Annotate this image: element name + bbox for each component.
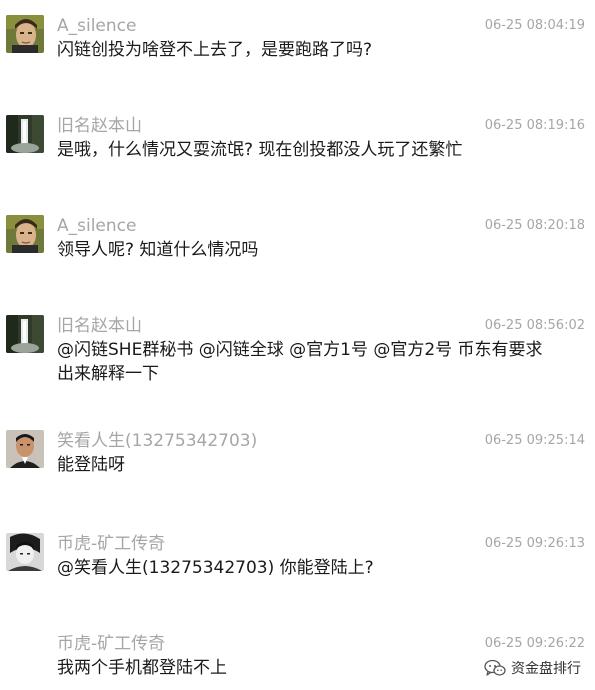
avatar[interactable] xyxy=(6,430,44,468)
wechat-icon xyxy=(484,659,506,676)
chat-message-list: A_silence 06-25 08:04:19 闪链创投为啥登不上去了，是要跑… xyxy=(0,0,595,690)
message-text: @笑看人生(13275342703) 你能登陆上? xyxy=(57,558,374,578)
message-timestamp: 06-25 09:26:22 xyxy=(484,636,585,651)
avatar[interactable] xyxy=(6,115,44,153)
message-text: 领导人呢? 知道什么情况吗 xyxy=(57,240,259,260)
watermark-label: 资金盘排行 xyxy=(511,661,581,677)
waterfall-avatar-icon xyxy=(6,115,44,153)
message-text: 是哦，什么情况又耍流氓? 现在创投都没人玩了还繁忙 xyxy=(57,140,463,160)
message-timestamp: 06-25 08:56:02 xyxy=(484,318,585,333)
sender-name: A_silence xyxy=(57,16,137,36)
message-timestamp: 06-25 09:25:14 xyxy=(484,433,585,448)
sender-name: 笑看人生(13275342703) xyxy=(57,431,258,451)
message-text: @闪链SHE群秘书 @闪链全球 @官方1号 @官方2号 币东有要求出来解释一下 xyxy=(57,340,543,384)
message-timestamp: 06-25 08:20:18 xyxy=(484,218,585,233)
message-timestamp: 06-25 08:19:16 xyxy=(484,118,585,133)
avatar[interactable] xyxy=(6,215,44,253)
avatar[interactable] xyxy=(6,15,44,53)
message-timestamp: 06-25 08:04:19 xyxy=(484,18,585,33)
bw-portrait-avatar-icon xyxy=(6,533,44,571)
face-avatar-icon xyxy=(6,215,44,253)
avatar[interactable] xyxy=(6,315,44,353)
sender-name: 币虎-矿工传奇 xyxy=(57,534,166,554)
message-timestamp: 06-25 09:26:13 xyxy=(484,536,585,551)
watermark: 资金盘排行 xyxy=(480,656,585,680)
waterfall-avatar-icon xyxy=(6,315,44,353)
sender-name: 旧名赵本山 xyxy=(57,316,142,336)
face-avatar-icon xyxy=(6,15,44,53)
man-portrait-avatar-icon xyxy=(6,430,44,468)
sender-name: A_silence xyxy=(57,216,137,236)
avatar[interactable] xyxy=(6,533,44,571)
sender-name: 币虎-矿工传奇 xyxy=(57,634,166,654)
sender-name: 旧名赵本山 xyxy=(57,116,142,136)
message-text: 闪链创投为啥登不上去了，是要跑路了吗? xyxy=(57,40,373,60)
message-text: 能登陆呀 xyxy=(57,455,125,475)
